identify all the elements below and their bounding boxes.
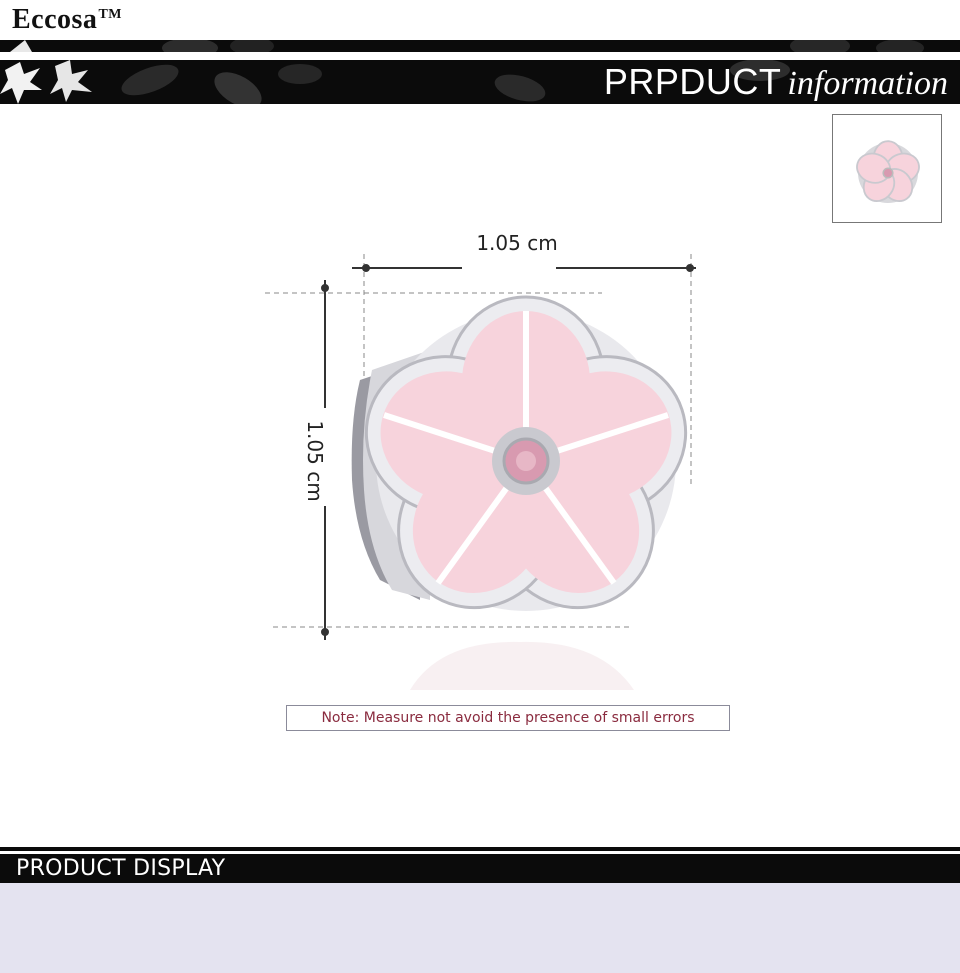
product-display-header: PRODUCT DISPLAY [0,854,960,883]
product-measurement-figure [265,254,696,690]
product-display-area [0,883,960,973]
width-dimension-line [352,264,696,272]
charm-reflection [410,641,634,690]
section-divider [0,847,960,851]
measurement-note: Note: Measure not avoid the presence of … [286,705,730,731]
width-label: 1.05 cm [476,231,558,255]
height-label: 1.05 cm [303,420,327,502]
flower-charm-image [351,295,688,611]
section-title: PRODUCT DISPLAY [16,856,226,881]
